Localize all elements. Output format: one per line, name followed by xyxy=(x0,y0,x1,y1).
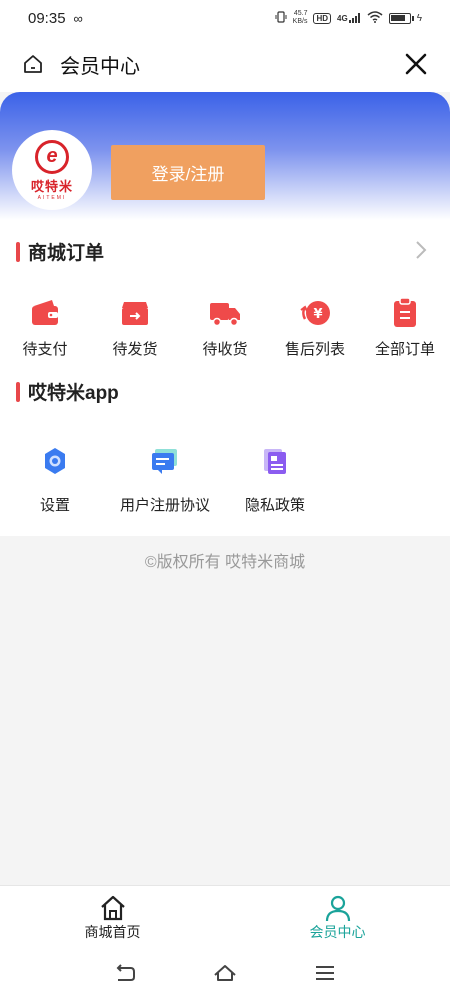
order-label: 全部订单 xyxy=(374,341,435,358)
app-link-label: 用户注册协议 xyxy=(119,497,210,514)
document-icon xyxy=(264,449,286,474)
signal-label: 4G xyxy=(337,14,348,23)
page-title: 会员中心 xyxy=(60,55,140,78)
clipboard-icon xyxy=(394,297,416,327)
status-icons: 45.7 KB/s HD 4G ϟ xyxy=(275,10,422,26)
copyright-text: ©版权所有 哎特米商城 xyxy=(144,554,306,571)
brand-logo: e 哎特米 AITEMI xyxy=(12,130,92,210)
settings-link[interactable]: 设置 xyxy=(0,446,110,515)
order-label: 待发货 xyxy=(112,341,158,358)
logo-subtext: AITEMI xyxy=(37,194,67,201)
tab-mall-home[interactable]: 商城首页 xyxy=(0,886,225,945)
yen-refund-icon: ¥ xyxy=(300,301,330,325)
order-item-pending-shipment[interactable]: 待发货 xyxy=(90,296,180,359)
tab-label: 商城首页 xyxy=(84,924,141,940)
section-accent-bar xyxy=(16,381,20,402)
order-item-pending-payment[interactable]: 待支付 xyxy=(0,296,90,359)
section-accent-bar xyxy=(16,241,20,262)
user-icon xyxy=(325,895,350,922)
net-speed-value: 45.7 xyxy=(293,10,308,17)
login-register-button[interactable]: 登录/注册 xyxy=(111,145,265,200)
battery-icon xyxy=(388,12,414,24)
close-icon[interactable] xyxy=(402,50,430,78)
gear-icon xyxy=(45,448,65,474)
order-item-pending-receipt[interactable]: 待收货 xyxy=(180,296,270,359)
back-icon[interactable] xyxy=(113,961,137,985)
order-item-after-sales[interactable]: ¥ 售后列表 xyxy=(270,296,360,359)
home-icon[interactable] xyxy=(20,51,46,77)
user-agreement-link[interactable]: 用户注册协议 xyxy=(110,446,220,515)
app-link-label: 隐私政策 xyxy=(244,497,305,514)
truck-icon xyxy=(210,303,240,327)
order-label: 待支付 xyxy=(22,341,68,358)
orders-section-header[interactable]: 商城订单 xyxy=(16,238,104,265)
svg-text:¥: ¥ xyxy=(313,307,322,322)
order-status-row: 待支付 待发货 待收货 ¥ 售后列表 全部订单 xyxy=(0,296,450,359)
order-label: 售后列表 xyxy=(284,341,345,358)
wallet-icon xyxy=(32,300,58,325)
package-icon xyxy=(122,302,148,325)
nav-bar: 会员中心 xyxy=(0,36,450,92)
app-link-label: 设置 xyxy=(39,497,70,514)
net-speed-unit: KB/s xyxy=(292,18,308,25)
tab-member-center[interactable]: 会员中心 xyxy=(225,886,450,945)
system-nav-bar xyxy=(0,945,450,1000)
signal-icon: 4G xyxy=(337,13,361,23)
bottom-tab-bar: 商城首页 会员中心 xyxy=(0,885,450,945)
chat-doc-icon xyxy=(152,449,177,474)
hd-badge: HD xyxy=(313,12,332,24)
privacy-policy-link[interactable]: 隐私政策 xyxy=(220,446,330,515)
status-bar: 09:35 ∞ 45.7 KB/s HD 4G ϟ xyxy=(0,0,450,36)
link-icon: ∞ xyxy=(73,10,83,26)
status-time: 09:35 xyxy=(28,9,66,27)
net-speed: 45.7 KB/s xyxy=(293,10,308,26)
charging-icon: ϟ xyxy=(416,12,422,24)
logo-text: 哎特米 xyxy=(30,178,73,194)
home-nav-icon[interactable] xyxy=(213,961,237,985)
tab-label: 会员中心 xyxy=(309,924,366,940)
home-icon xyxy=(100,895,125,921)
vibrate-icon xyxy=(275,10,287,26)
app-links-row: 设置 用户注册协议 隐私政策 xyxy=(0,446,330,515)
menu-icon[interactable] xyxy=(313,961,337,985)
app-section-header: 哎特米app xyxy=(16,378,119,405)
order-label: 待收货 xyxy=(202,341,248,358)
order-item-all-orders[interactable]: 全部订单 xyxy=(360,296,450,359)
chevron-right-icon[interactable] xyxy=(414,240,428,260)
app-section-title: 哎特米app xyxy=(28,383,119,404)
orders-section-title: 商城订单 xyxy=(28,243,105,264)
wifi-icon xyxy=(367,10,383,26)
logo-e-mark: e xyxy=(35,139,69,174)
